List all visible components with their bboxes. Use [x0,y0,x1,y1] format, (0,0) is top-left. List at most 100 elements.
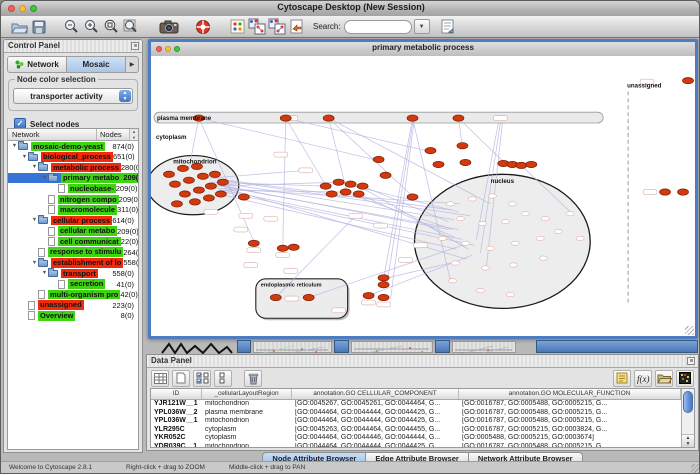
annotation-icon[interactable] [438,18,458,36]
network-node[interactable] [238,194,249,200]
tree-item-establishment-of-lo[interactable]: ▼establishment of lo558(0) [8,258,138,269]
tree-item-cellular-process[interactable]: ▼cellular process614(0) [8,215,138,226]
network-node[interactable] [378,294,389,300]
network-node[interactable] [215,191,226,197]
network-node[interactable] [433,161,444,167]
disclosure-triangle-icon[interactable]: ▼ [11,143,18,149]
nucleus-node-chip[interactable] [508,202,516,206]
notes-icon[interactable] [613,370,631,387]
function-builder-icon[interactable]: f(x) [634,370,652,387]
background-window-fragment[interactable] [435,340,450,353]
resize-grip-icon[interactable] [691,464,700,473]
network-node[interactable] [209,171,220,177]
network-node[interactable] [407,115,418,121]
nucleus-node-chip[interactable] [456,217,464,221]
network-node[interactable] [320,183,331,189]
column-header-annotation-go-cellular-component[interactable]: annotation.GO CELLULAR_COMPONENT [292,389,459,399]
nucleus-node-chip[interactable] [509,263,517,267]
network-node[interactable] [678,189,689,195]
nucleus-node-chip[interactable] [539,256,547,260]
network-node[interactable] [457,143,468,149]
network-node[interactable] [516,162,527,168]
attribute-table-icon[interactable] [151,370,169,387]
nucleus-node-chip[interactable] [476,288,484,292]
network-window-titlebar[interactable]: primary metabolic process [151,42,695,57]
network-node[interactable] [179,191,190,197]
nucleus-node-chip[interactable] [451,261,459,265]
attribute-matrix-icon[interactable] [676,370,694,387]
network-node[interactable] [217,179,228,185]
disclosure-triangle-icon[interactable]: ▼ [31,217,38,223]
network-node[interactable] [205,183,216,189]
zoom-selected-icon[interactable] [101,18,121,36]
select-attributes-icon[interactable] [193,370,211,387]
network-node[interactable] [183,177,194,183]
network-node[interactable] [378,282,389,288]
node-color-dropdown[interactable]: transporter activity ▲▼ [13,88,133,104]
table-row-yjr121w-1[interactable]: YJR121W__1mitochondrion[GO:0045267, GO:0… [151,400,681,409]
nucleus-node-chip[interactable] [481,266,489,270]
background-window-fragment[interactable] [452,341,516,353]
nucleus-node-chip[interactable] [541,217,549,221]
tree-item-macromolecule[interactable]: macromolecule311(0) [8,205,138,216]
nucleus-node-chip[interactable] [468,197,476,201]
vizmapper-icon[interactable] [287,18,307,36]
nucleus-node-chip[interactable] [448,279,456,283]
nucleus-node-chip[interactable] [478,221,486,225]
overlay-network-icon[interactable] [247,18,267,36]
nucleus-node-chip[interactable] [501,219,509,223]
tree-item-cell-communicat[interactable]: cell communicat22(0) [8,236,138,247]
network-node[interactable] [378,275,389,281]
network-node[interactable] [453,115,464,121]
nucleus-node-chip[interactable] [536,236,544,240]
tree-item-metabolic-process[interactable]: ▼metabolic process280(0) [8,162,138,173]
disclosure-triangle-icon[interactable]: ▼ [41,175,48,181]
tree-item-biological-process[interactable]: ▼biological_process651(0) [8,152,138,163]
search-dropdown-icon[interactable]: ▼ [414,19,430,34]
tree-item-nitrogen-compo[interactable]: nitrogen compo209(0) [8,194,138,205]
background-window-fragment[interactable] [334,340,349,353]
network-node[interactable] [340,189,351,195]
open-icon[interactable] [9,18,29,36]
network-node[interactable] [303,294,314,300]
nucleus-node-chip[interactable] [554,229,562,233]
float-panel-icon[interactable] [687,357,695,365]
scrollbar-thumb[interactable] [683,391,693,413]
nucleus-node-chip[interactable] [521,212,529,216]
table-row-ypl036w-2[interactable]: YPL036W__2plasma membrane[GO:0044464, GO… [151,409,681,418]
tree-item-mosaic-demo-yeast[interactable]: ▼mosaic-demo-yeast874(0) [8,141,138,152]
network-node[interactable] [345,181,356,187]
network-node[interactable] [193,187,204,193]
tree-item-overview[interactable]: Overview8(0) [8,311,138,322]
new-attribute-icon[interactable] [172,370,190,387]
tree-item-secretion[interactable]: secretion41(0) [8,279,138,290]
table-scrollbar[interactable]: ▲▼ [681,389,694,447]
column-header-annotation-go-molecular-function[interactable]: annotation.GO MOLECULAR_FUNCTION [459,389,681,399]
nucleus-node-chip[interactable] [488,194,496,198]
merge-network-icon[interactable] [267,18,287,36]
network-node[interactable] [460,159,471,165]
table-row-ykr052c[interactable]: YKR052Ccytoplasm[GO:0044464, GO:0044446,… [151,434,681,443]
network-node[interactable] [373,156,384,162]
network-node[interactable] [189,199,200,205]
zoom-fit-icon[interactable] [121,18,141,36]
tree-item-response-to-stimulu[interactable]: response to stimulu264(0) [8,247,138,258]
tree-item-primary-metabo[interactable]: ▼primary metabo209(... [8,173,138,184]
network-node[interactable] [248,240,259,246]
network-node[interactable] [280,115,291,121]
scrollbar-arrows-icon[interactable]: ▲▼ [682,434,694,447]
disclosure-triangle-icon[interactable]: ▼ [31,164,38,170]
tree-column-network[interactable]: Network [8,129,97,140]
network-edge[interactable] [283,118,286,246]
network-node[interactable] [288,244,299,250]
background-window-fragment[interactable] [351,341,433,353]
network-node[interactable] [169,181,180,187]
network-view-window[interactable]: primary metabolic process plasma membran… [148,39,698,339]
network-node[interactable] [357,183,368,189]
network-edge[interactable] [286,118,326,185]
background-window-fragment[interactable] [237,340,251,353]
nucleus-node-chip[interactable] [461,241,469,245]
table-row-ydr039c-1[interactable]: YDR039C__1mitochondrion[GO:0044464, GO:0… [151,443,681,447]
nucleus-node-chip[interactable] [446,202,454,206]
nucleus-node-chip[interactable] [486,246,494,250]
